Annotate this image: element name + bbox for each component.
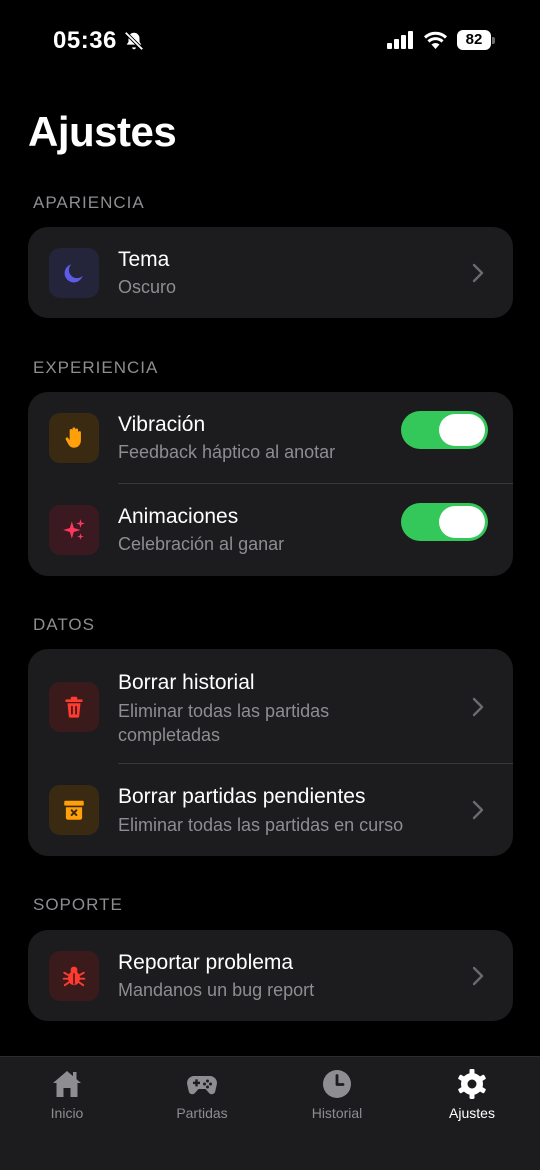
archive-x-icon bbox=[64, 800, 84, 820]
trash-icon bbox=[65, 696, 83, 718]
chevron-right-icon bbox=[472, 263, 484, 283]
tab-partidas[interactable]: Partidas bbox=[142, 1067, 262, 1121]
tab-historial[interactable]: Historial bbox=[277, 1067, 397, 1121]
animations-icon-tile bbox=[49, 505, 99, 555]
battery-indicator: 82 bbox=[457, 30, 495, 50]
animations-title: Animaciones bbox=[118, 505, 239, 528]
status-bar: 05:36 82 bbox=[0, 0, 540, 82]
theme-value: Oscuro bbox=[118, 277, 177, 297]
battery-level: 82 bbox=[457, 30, 491, 50]
wifi-icon bbox=[423, 31, 448, 49]
status-time: 05:36 bbox=[53, 27, 117, 54]
bug-icon bbox=[62, 966, 86, 987]
appearance-card: Tema Oscuro bbox=[28, 227, 513, 318]
sparkles-icon bbox=[63, 519, 85, 540]
report-icon-tile bbox=[49, 951, 99, 1001]
clear-history-title: Borrar historial bbox=[118, 671, 255, 694]
clear-pending-title: Borrar partidas pendientes bbox=[118, 785, 366, 808]
clear-history-subtitle: Eliminar todas las partidas completadas bbox=[118, 701, 330, 745]
tab-label: Inicio bbox=[50, 1105, 84, 1121]
section-header-support: SOPORTE bbox=[33, 895, 123, 914]
experience-card: Vibración Feedback háptico al anotar Ani… bbox=[28, 392, 513, 576]
bell-muted-icon bbox=[124, 31, 144, 51]
gear-icon bbox=[458, 1069, 486, 1099]
tab-label: Historial bbox=[311, 1105, 363, 1121]
clear-history-icon-tile bbox=[49, 682, 99, 732]
clear-pending-subtitle: Eliminar todas las partidas en curso bbox=[118, 815, 404, 835]
animations-row: Animaciones Celebración al ganar bbox=[28, 484, 513, 576]
tab-label: Partidas bbox=[176, 1105, 228, 1121]
report-problem-subtitle: Mandanos un bug report bbox=[118, 980, 315, 1000]
animations-toggle[interactable] bbox=[401, 503, 488, 541]
vibration-icon-tile bbox=[49, 413, 99, 463]
section-header-data: DATOS bbox=[33, 615, 95, 634]
theme-row[interactable]: Tema Oscuro bbox=[28, 227, 513, 318]
clear-pending-row[interactable]: Borrar partidas pendientes Eliminar toda… bbox=[28, 764, 513, 856]
vibration-row: Vibración Feedback háptico al anotar bbox=[28, 392, 513, 484]
theme-icon-tile bbox=[49, 248, 99, 298]
vibration-subtitle: Feedback háptico al anotar bbox=[118, 442, 336, 462]
chevron-right-icon bbox=[472, 697, 484, 717]
moon-icon bbox=[64, 264, 83, 283]
support-card: Reportar problema Mandanos un bug report bbox=[28, 930, 513, 1021]
vibration-toggle[interactable] bbox=[401, 411, 488, 449]
page-title: Ajustes bbox=[28, 108, 177, 155]
clear-pending-icon-tile bbox=[49, 785, 99, 835]
tab-ajustes[interactable]: Ajustes bbox=[412, 1067, 532, 1121]
chevron-right-icon bbox=[472, 800, 484, 820]
tab-bar: Inicio Partidas Historial Ajustes bbox=[0, 1056, 540, 1170]
report-problem-title: Reportar problema bbox=[118, 951, 294, 974]
data-card: Borrar historial Eliminar todas las part… bbox=[28, 649, 513, 856]
chevron-right-icon bbox=[472, 966, 484, 986]
section-header-appearance: APARIENCIA bbox=[33, 193, 145, 212]
section-header-experience: EXPERIENCIA bbox=[33, 358, 159, 377]
vibration-title: Vibración bbox=[118, 413, 206, 436]
cellular-signal-icon bbox=[387, 31, 413, 49]
tab-inicio[interactable]: Inicio bbox=[7, 1067, 127, 1121]
gamepad-icon bbox=[187, 1076, 217, 1095]
home-icon bbox=[53, 1071, 81, 1097]
clock-icon bbox=[323, 1070, 351, 1098]
theme-title: Tema bbox=[118, 248, 170, 271]
clear-history-row[interactable]: Borrar historial Eliminar todas las part… bbox=[28, 649, 513, 764]
report-problem-row[interactable]: Reportar problema Mandanos un bug report bbox=[28, 930, 513, 1021]
animations-subtitle: Celebración al ganar bbox=[118, 534, 285, 554]
tab-label: Ajustes bbox=[449, 1105, 495, 1121]
hand-icon bbox=[65, 427, 81, 448]
